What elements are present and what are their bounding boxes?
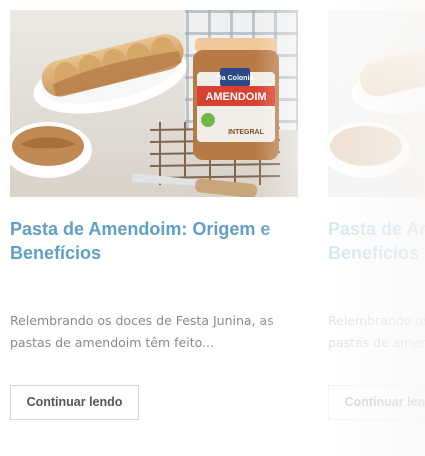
jar-variant: INTEGRAL xyxy=(228,129,265,136)
post-excerpt: Relembrando os doces de Festa Junina, as… xyxy=(328,313,425,350)
post-title[interactable]: Pasta de Amendoim: Origem e Benefícios xyxy=(328,217,425,265)
post-thumbnail-image xyxy=(328,10,425,197)
continue-reading-button[interactable]: Continuar lendo xyxy=(10,385,139,420)
jar-brand: Da Colonia xyxy=(217,75,254,82)
blog-card: Da Colonia AMENDOIM INTEGRAL Pasta de Am… xyxy=(10,10,298,420)
post-excerpt: Relembrando os doces de Festa Junina, as… xyxy=(10,313,274,350)
post-title[interactable]: Pasta de Amendoim: Origem e Benefícios xyxy=(10,217,298,265)
continue-reading-button[interactable]: Continuar lendo xyxy=(328,385,425,420)
post-thumbnail-image: Da Colonia AMENDOIM INTEGRAL xyxy=(10,10,298,197)
blog-card: Pasta de Amendoim: Origem e Benefícios R… xyxy=(328,10,425,420)
post-thumbnail-link[interactable] xyxy=(328,10,425,197)
post-thumbnail-link[interactable]: Da Colonia AMENDOIM INTEGRAL xyxy=(10,10,298,197)
jar-product: AMENDOIM xyxy=(205,91,266,103)
blog-carousel: Da Colonia AMENDOIM INTEGRAL Pasta de Am… xyxy=(0,0,425,456)
